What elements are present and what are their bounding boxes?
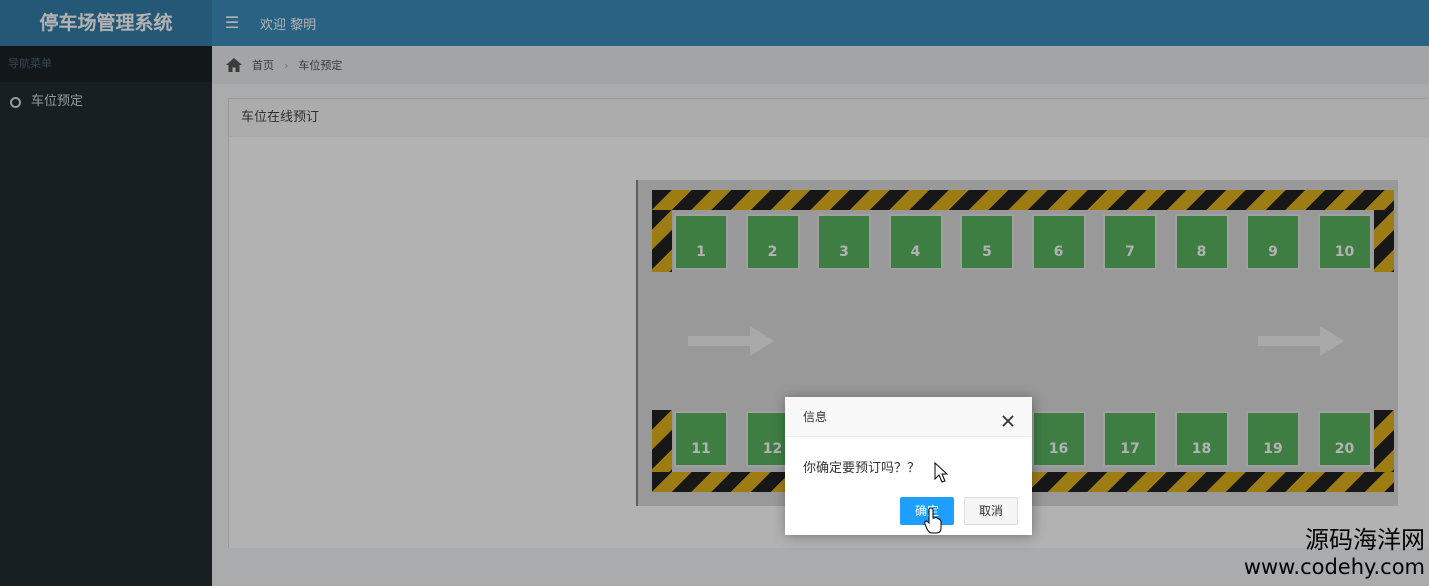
close-icon[interactable] [998, 407, 1018, 427]
modal-overlay[interactable] [0, 0, 1429, 586]
hand-cursor-icon [924, 508, 942, 534]
arrow-cursor-icon [934, 462, 949, 483]
confirm-dialog: 信息 你确定要预订吗？？ 确定 取消 [785, 397, 1032, 535]
watermark-cn: 源码海洋网 [1305, 526, 1425, 554]
watermark: 源码海洋网 www.codehy.com [1244, 526, 1425, 580]
watermark-url: www.codehy.com [1243, 555, 1425, 579]
dialog-title: 信息 [803, 410, 828, 424]
dialog-message: 你确定要预订吗？？ [803, 461, 921, 476]
dialog-header: 信息 [785, 397, 1032, 437]
cancel-button[interactable]: 取消 [963, 497, 1018, 525]
dialog-buttons: 确定 取消 [899, 497, 1018, 525]
